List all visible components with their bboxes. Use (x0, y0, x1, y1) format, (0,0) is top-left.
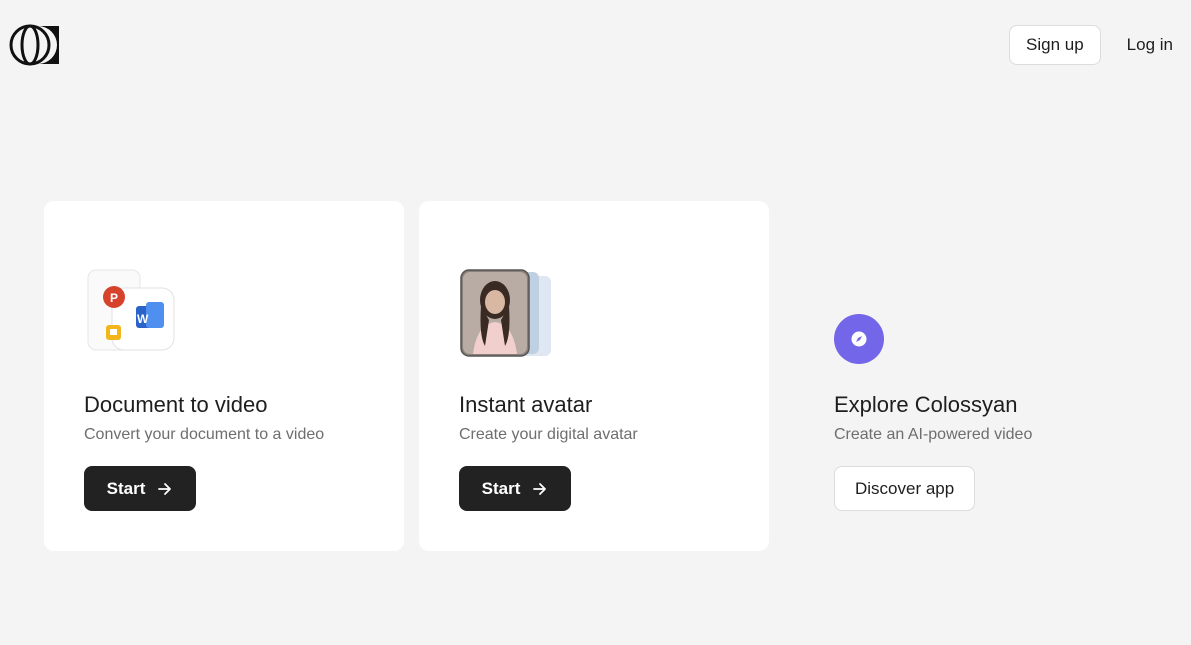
card-subtitle: Convert your document to a video (84, 426, 325, 443)
arrow-right-icon (533, 482, 547, 495)
document-apps-icon: P W (87, 269, 175, 351)
svg-text:W: W (137, 312, 149, 326)
document-to-video-card[interactable]: P W Document to video Convert your docum… (44, 201, 404, 551)
start-button[interactable]: Start (459, 466, 571, 511)
card-title: Instant avatar (459, 392, 593, 417)
header-actions: Sign up Log in (1009, 25, 1173, 65)
avatar-photo-icon (460, 269, 551, 357)
start-button-label: Start (481, 478, 521, 498)
start-button-label: Start (106, 478, 146, 498)
login-button[interactable]: Log in (1127, 35, 1173, 55)
signup-button[interactable]: Sign up (1009, 25, 1101, 65)
arrow-right-icon (158, 482, 172, 495)
card-title: Explore Colossyan (834, 392, 1018, 417)
svg-text:P: P (110, 291, 118, 305)
card-subtitle: Create an AI-powered video (834, 426, 1033, 443)
discover-app-button[interactable]: Discover app (834, 466, 976, 511)
card-subtitle: Create your digital avatar (459, 426, 638, 443)
instant-avatar-card[interactable]: Instant avatar Create your digital avata… (419, 201, 769, 551)
compass-icon (834, 314, 884, 364)
colossyan-logo[interactable] (9, 24, 60, 66)
explore-colossyan-card: Explore Colossyan Create an AI-powered v… (794, 201, 1154, 551)
card-title: Document to video (84, 392, 268, 417)
start-button[interactable]: Start (84, 466, 196, 511)
